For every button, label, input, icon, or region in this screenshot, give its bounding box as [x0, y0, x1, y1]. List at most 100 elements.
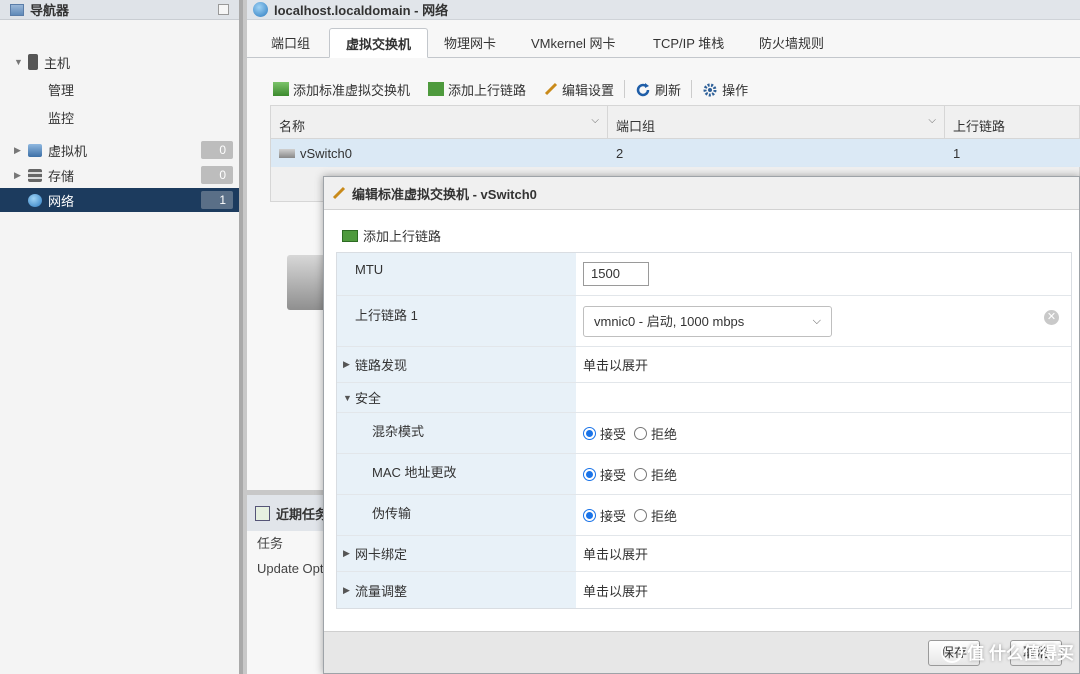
count-badge: 1: [201, 191, 233, 209]
edit-switch-dialog: 编辑标准虚拟交换机 - vSwitch0 添加上行链路 MTU 1500 上行链…: [323, 176, 1080, 674]
uplink-label: 上行链路 1: [337, 296, 576, 346]
traffic-shaping-expand[interactable]: 单击以展开: [576, 572, 1071, 608]
toolbar-divider: [691, 80, 693, 98]
link-discovery-expand[interactable]: 单击以展开: [576, 347, 1071, 382]
column-header-portgroups[interactable]: 端口组 ⌵: [608, 106, 945, 138]
chevron-down-icon: ⌵: [928, 115, 936, 126]
page-title: localhost.localdomain - 网络: [247, 0, 1080, 20]
nic-teaming-label[interactable]: ▶ 网卡绑定: [337, 536, 576, 571]
nav-item-networking[interactable]: 网络 1: [0, 188, 239, 212]
task-row[interactable]: Update Opt: [257, 561, 324, 576]
nic-teaming-expand[interactable]: 单击以展开: [576, 536, 1071, 571]
chevron-right-icon: ▶: [343, 359, 350, 369]
mac-change-label: MAC 地址更改: [337, 454, 576, 494]
tab-bar: 端口组 虚拟交换机 物理网卡 VMkernel 网卡 TCP/IP 堆栈 防火墙…: [247, 28, 1080, 58]
nav-item-manage[interactable]: 管理: [48, 80, 74, 99]
nav-item-monitor[interactable]: 监控: [48, 108, 74, 127]
vm-icon: [28, 143, 42, 157]
nav-item-storage[interactable]: ▶ 存储 0: [0, 163, 239, 187]
pencil-icon: [332, 186, 346, 200]
storage-icon: [28, 168, 42, 182]
column-header-uplinks[interactable]: 上行链路: [945, 106, 1079, 138]
tasks-column-header[interactable]: 任务: [257, 533, 283, 552]
promiscuous-row: 混杂模式 接受 拒绝: [337, 413, 1071, 454]
refresh-icon: [635, 82, 651, 97]
nav-item-host[interactable]: ▼ 主机: [0, 50, 239, 74]
table-row[interactable]: vSwitch0 2 1: [270, 139, 1080, 167]
cell-portgroups: 2: [616, 146, 624, 161]
uplink-select[interactable]: vmnic0 - 启动, 1000 mbps ⌵: [583, 305, 832, 337]
tab-port-groups[interactable]: 端口组: [271, 28, 310, 58]
chevron-down-icon: ▼: [343, 392, 352, 403]
promiscuous-label: 混杂模式: [337, 413, 576, 453]
nav-item-vms[interactable]: ▶ 虚拟机 0: [0, 138, 239, 162]
chevron-down-icon: ⌵: [591, 115, 599, 126]
navigator-icon: [10, 3, 24, 16]
cell-uplinks: 1: [953, 146, 961, 161]
pencil-icon: [544, 82, 558, 96]
dialog-title: 编辑标准虚拟交换机 - vSwitch0: [324, 177, 1079, 210]
page-title-text: localhost.localdomain - 网络: [274, 3, 449, 18]
promiscuous-reject-radio[interactable]: [634, 426, 648, 440]
watermark: 值 什么值得买: [941, 639, 1074, 664]
chevron-right-icon[interactable]: ▶: [14, 170, 24, 181]
chevron-down-icon[interactable]: ▼: [14, 57, 24, 67]
security-label[interactable]: ▼ 安全: [337, 383, 576, 412]
traffic-shaping-label[interactable]: ▶ 流量调整: [337, 572, 576, 608]
add-uplink-link[interactable]: 添加上行链路: [342, 226, 441, 245]
refresh-button[interactable]: 刷新: [635, 80, 681, 99]
link-discovery-label[interactable]: ▶ 链路发现: [337, 347, 576, 382]
forged-transmits-label: 伪传输: [337, 495, 576, 535]
globe-icon: [28, 193, 42, 207]
tab-firewall-rules[interactable]: 防火墙规则: [759, 28, 824, 58]
chevron-right-icon[interactable]: ▶: [14, 145, 24, 156]
switch-diagram: [287, 255, 327, 310]
chevron-right-icon: ▶: [343, 548, 350, 558]
mtu-input[interactable]: 1500: [583, 262, 649, 286]
column-header-name[interactable]: 名称 ⌵: [271, 106, 608, 138]
actions-button[interactable]: 操作: [702, 80, 748, 99]
tab-physical-nics[interactable]: 物理网卡: [444, 28, 496, 58]
globe-icon: [253, 2, 268, 17]
remove-uplink-icon[interactable]: ✕: [1044, 310, 1059, 325]
edit-settings-button[interactable]: 编辑设置: [544, 80, 614, 99]
chevron-right-icon: ▶: [343, 584, 350, 595]
count-badge: 0: [201, 166, 233, 184]
link-discovery-row[interactable]: ▶ 链路发现 单击以展开: [337, 347, 1071, 383]
add-switch-icon: [273, 82, 289, 96]
mtu-label: MTU: [337, 253, 576, 295]
watermark-logo-icon: [941, 640, 964, 663]
navigator-title: 导航器: [30, 3, 70, 18]
nic-teaming-row[interactable]: ▶ 网卡绑定 单击以展开: [337, 536, 1071, 572]
tab-tcpip-stacks[interactable]: TCP/IP 堆栈: [653, 28, 724, 58]
host-icon: [28, 54, 38, 70]
forged-transmits-row: 伪传输 接受 拒绝: [337, 495, 1071, 536]
navigator-header: 导航器: [0, 0, 239, 20]
mac-change-row: MAC 地址更改 接受 拒绝: [337, 454, 1071, 495]
security-row[interactable]: ▼ 安全: [337, 383, 1071, 413]
mac-change-accept-radio[interactable]: [583, 467, 596, 481]
add-uplink-button[interactable]: 添加上行链路: [428, 80, 526, 99]
traffic-shaping-row[interactable]: ▶ 流量调整 单击以展开: [337, 572, 1071, 608]
promiscuous-accept-radio[interactable]: [583, 426, 596, 440]
nav-item-label: 网络: [48, 193, 75, 209]
uplink-row: 上行链路 1 vmnic0 - 启动, 1000 mbps ⌵ ✕: [337, 296, 1071, 347]
navigator-panel: 导航器 ▼ 主机 管理 监控 ▶ 虚拟机 0 ▶ 存储 0 网络 1: [0, 0, 243, 674]
tasks-icon: [255, 505, 270, 521]
mac-change-reject-radio[interactable]: [634, 467, 648, 481]
forged-reject-radio[interactable]: [634, 508, 648, 522]
mtu-row: MTU 1500: [337, 253, 1071, 296]
forged-accept-radio[interactable]: [583, 508, 596, 522]
switch-icon: [279, 148, 295, 158]
chevron-down-icon: ⌵: [812, 314, 821, 327]
toolbar-divider: [624, 80, 626, 98]
nav-item-label: 虚拟机: [48, 143, 88, 159]
table-header: 名称 ⌵ 端口组 ⌵ 上行链路: [270, 105, 1080, 139]
cell-name: vSwitch0: [271, 139, 608, 167]
tab-virtual-switches[interactable]: 虚拟交换机: [329, 28, 429, 58]
nav-item-label: 存储: [48, 168, 75, 184]
collapse-icon[interactable]: [218, 4, 229, 15]
tab-vmkernel-nics[interactable]: VMkernel 网卡: [531, 28, 616, 58]
add-standard-switch-button[interactable]: 添加标准虚拟交换机: [273, 80, 410, 99]
nic-icon: [342, 229, 358, 242]
